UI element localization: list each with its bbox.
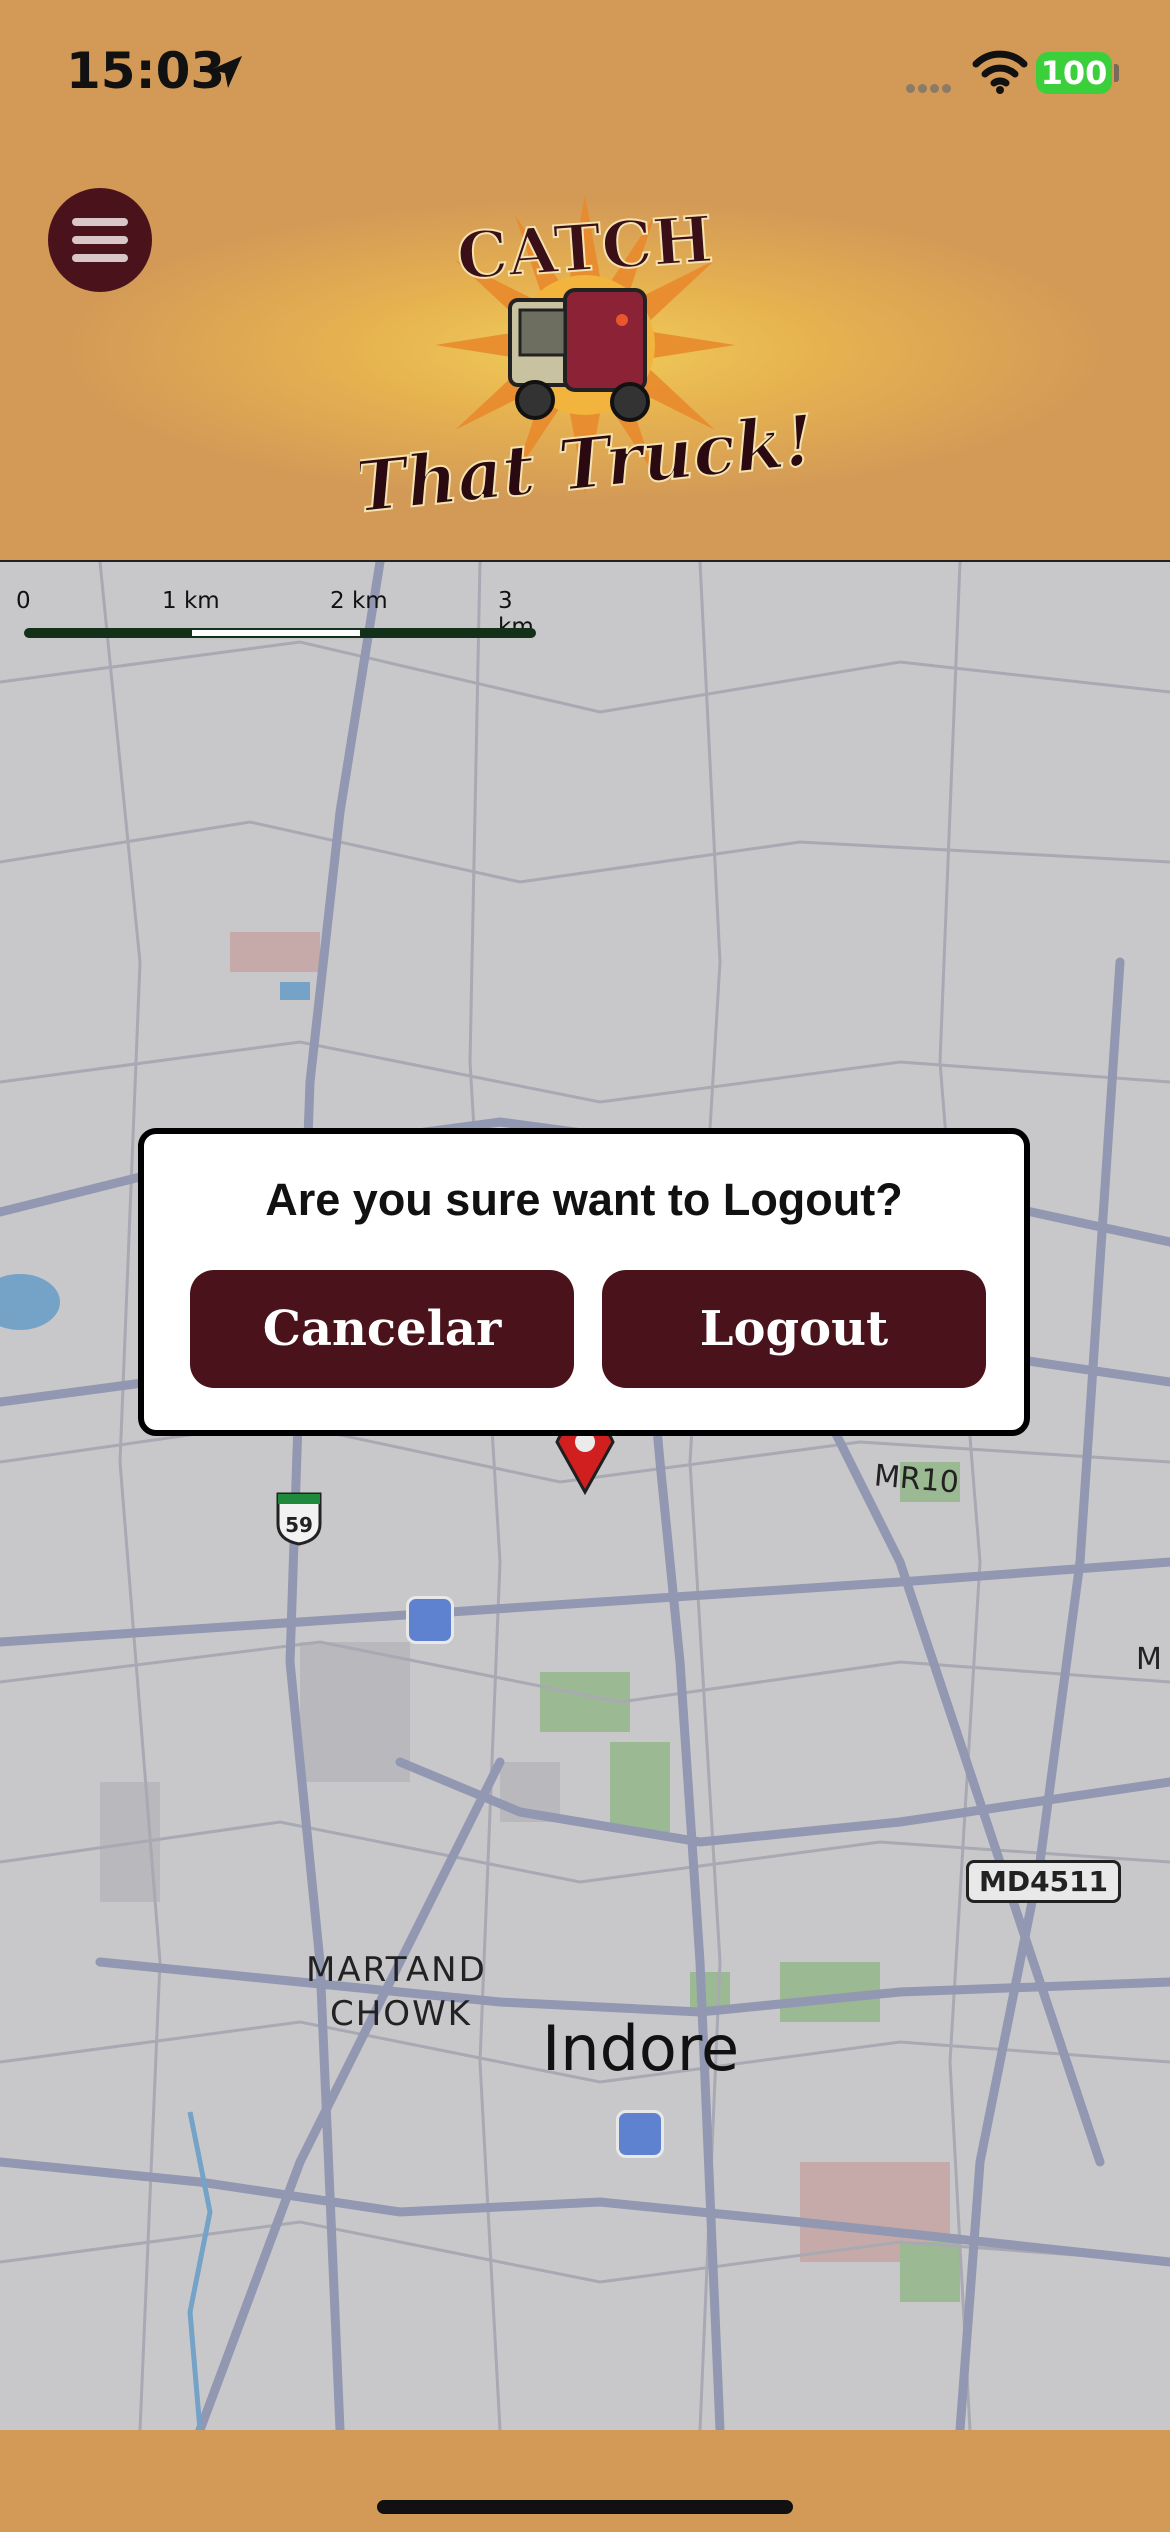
map-scale-bar: 0 1 km 2 km 3 km <box>16 588 536 648</box>
home-indicator[interactable] <box>377 2500 793 2514</box>
scale-segment <box>192 630 360 636</box>
logout-dialog: Are you sure want to Logout? Cancelar Lo… <box>138 1128 1030 1436</box>
map-view[interactable]: 0 1 km 2 km 3 km MR10 M 59 MD4511 MARTAN… <box>0 562 1170 2430</box>
road-label-mr10: MR10 <box>872 1458 961 1501</box>
status-time: 15:03 <box>66 42 226 100</box>
logout-button[interactable]: Logout <box>602 1270 986 1388</box>
road-label-m: M <box>1136 1642 1162 1677</box>
cellular-signal-icon <box>906 80 954 98</box>
shield-59-text: 59 <box>285 1513 313 1537</box>
hamburger-menu-button[interactable] <box>48 188 152 292</box>
area-label-martand: MARTAND <box>306 1950 487 1990</box>
location-arrow-icon <box>210 56 242 88</box>
status-bar: 15:03 100 <box>0 0 1170 140</box>
dialog-title: Are you sure want to Logout? <box>265 1174 903 1225</box>
scale-label-2km: 2 km <box>330 588 388 614</box>
hamburger-menu-icon <box>72 218 128 226</box>
bottom-bar <box>0 2430 1170 2532</box>
catch-that-truck-logo: CATCH That Truck! <box>360 195 810 530</box>
transit-station-icon[interactable] <box>616 2110 664 2158</box>
cancel-button[interactable]: Cancelar <box>190 1270 574 1388</box>
hamburger-menu-icon-bar <box>72 236 128 244</box>
highway-shield-59: 59 <box>276 1492 322 1546</box>
scale-label-0: 0 <box>16 588 31 614</box>
hamburger-menu-icon-bar <box>72 254 128 262</box>
battery-icon: 100 <box>1036 52 1112 94</box>
wifi-icon <box>972 50 1028 94</box>
scale-label-1km: 1 km <box>162 588 220 614</box>
map-dim-overlay <box>0 562 1170 2430</box>
app-header: CATCH That Truck! <box>0 140 1170 562</box>
battery-tip <box>1114 64 1119 82</box>
area-label-chowk: CHOWK <box>330 1994 472 2034</box>
road-badge-md4511: MD4511 <box>966 1860 1122 1903</box>
transit-station-icon[interactable] <box>406 1596 454 1644</box>
city-label-indore: Indore <box>542 2012 740 2085</box>
